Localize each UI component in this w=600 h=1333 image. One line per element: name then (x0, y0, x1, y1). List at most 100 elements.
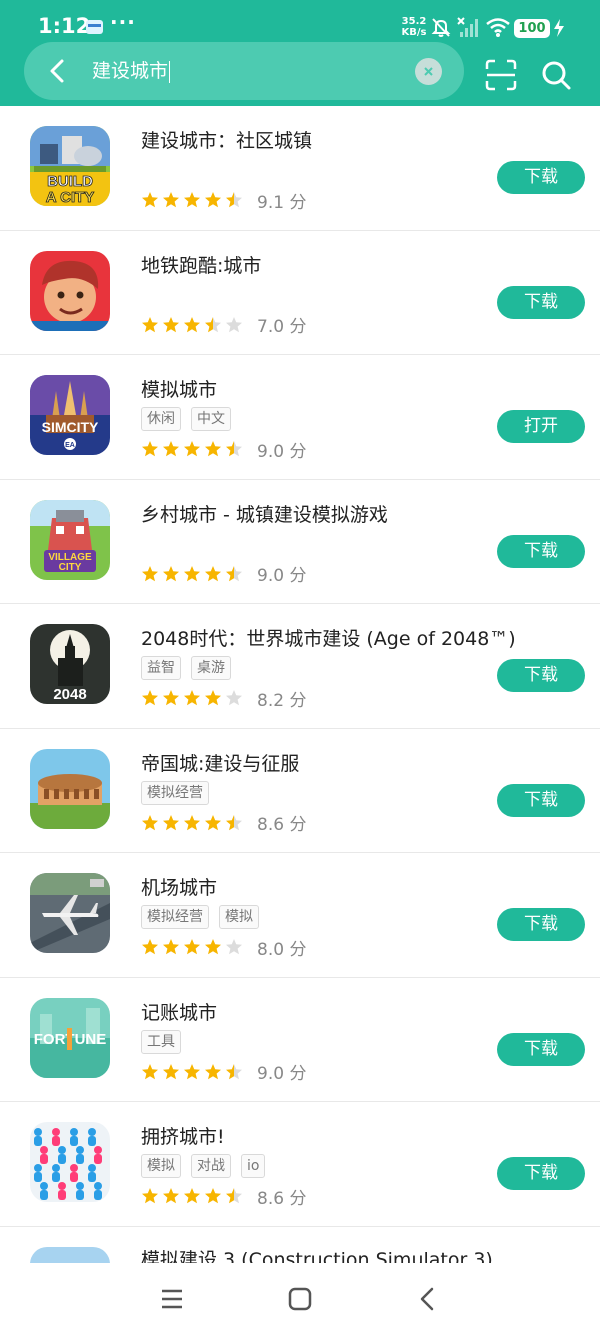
app-list-item[interactable]: 2048 2048时代：世界城市建设 (Age of 2048™) 益智 桌游 8.2… (0, 604, 600, 729)
app-tag: 模拟 (141, 1154, 181, 1178)
app-title[interactable]: 拥挤城市! (141, 1122, 481, 1149)
star-filled-icon (205, 1063, 221, 1079)
app-tag: io (241, 1154, 266, 1178)
app-tag: 模拟 (219, 905, 259, 929)
app-list-item[interactable]: 模拟建设 3 (Construction Simulator 3) (0, 1227, 600, 1264)
rating-stars (141, 316, 243, 334)
clear-search-icon[interactable] (415, 58, 442, 85)
app-title[interactable]: 地铁跑酷:城市 (141, 251, 481, 278)
app-list-item[interactable]: 拥挤城市! 模拟 对战 io 8.6 分 下载 (0, 1102, 600, 1227)
star-filled-icon (184, 939, 200, 955)
app-tag: 休闲 (141, 407, 181, 431)
fortune-city-icon[interactable]: FORTUNE (30, 997, 110, 1078)
app-list-item[interactable]: SIMCITY EA 模拟城市休闲 中文 9.0 分 打开 (0, 355, 600, 480)
rating-score: 7.0 分 (257, 317, 307, 337)
app-title[interactable]: 机场城市 (141, 873, 481, 900)
download-button[interactable]: 下载 (497, 1032, 585, 1066)
app-store-search-screen: 1:12 ··· 35.2 KB/s 100 建设城市 BUILD A CITY… (0, 0, 600, 1333)
star-half-icon (226, 565, 242, 581)
home-icon[interactable] (286, 1285, 314, 1313)
star-filled-icon (142, 1063, 158, 1079)
app-title[interactable]: 2048时代：世界城市建设 (Age of 2048™) (141, 624, 516, 651)
app-list-item[interactable]: 地铁跑酷:城市 7.0 分 下载 (0, 231, 600, 355)
app-list-item[interactable]: VILLAGE CITY 乡村城市 - 城镇建设模拟游戏 9.0 分 下载 (0, 480, 600, 604)
battery-indicator: 100 (514, 19, 550, 38)
rating-score: 8.2 分 (257, 690, 307, 711)
colosseum-icon[interactable] (30, 748, 110, 829)
status-time: 1:12 (38, 14, 91, 38)
rating-score: 9.0 分 (257, 566, 307, 586)
star-filled-icon (205, 565, 221, 581)
search-input[interactable]: 建设城市 (92, 42, 402, 100)
star-filled-icon (184, 316, 200, 332)
star-filled-icon (142, 565, 158, 581)
rating-score: 8.6 分 (257, 1188, 307, 1209)
subway-surfers-icon[interactable] (30, 250, 110, 331)
search-query: 建设城市 (92, 60, 169, 82)
app-rating: 9.0 分 (141, 564, 307, 586)
app-title[interactable]: 乡村城市 - 城镇建设模拟游戏 (141, 500, 481, 527)
star-filled-icon (163, 814, 179, 830)
scan-icon[interactable] (484, 58, 518, 92)
download-button[interactable]: 下载 (497, 161, 585, 194)
app-tag: 中文 (191, 407, 231, 431)
app-title[interactable]: 记账城市 (141, 998, 481, 1025)
app-rating: 9.0 分 (141, 439, 306, 462)
back-icon[interactable] (414, 1285, 442, 1313)
open-button[interactable]: 打开 (497, 410, 585, 443)
app-rating: 9.0 分 (141, 1062, 306, 1084)
app-rating: 8.0 分 (141, 937, 306, 960)
download-button[interactable]: 下载 (497, 908, 585, 941)
star-filled-icon (163, 441, 179, 457)
simcity-icon[interactable]: SIMCITY EA (30, 375, 110, 455)
app-title[interactable]: 帝国城:建设与征服 (141, 749, 481, 776)
system-navigation-bar (0, 1263, 600, 1333)
app-tags: 休闲 中文 (141, 407, 231, 431)
download-button[interactable]: 下载 (497, 783, 585, 817)
download-button[interactable]: 下载 (497, 285, 585, 319)
star-filled-icon (163, 690, 179, 706)
village-city-icon[interactable]: VILLAGE CITY (30, 499, 110, 580)
svg-text:SIMCITY: SIMCITY (42, 419, 99, 435)
search-icon[interactable] (539, 58, 573, 92)
app-title[interactable]: 模拟城市 (141, 375, 481, 402)
app-rating: 9.1 分 (141, 190, 306, 213)
search-header: 1:12 ··· 35.2 KB/s 100 建设城市 (0, 0, 600, 106)
app-tags: 益智 桌游 (141, 656, 231, 680)
rating-stars (141, 938, 243, 956)
star-filled-icon (142, 192, 158, 208)
app-rating: 8.2 分 (141, 688, 307, 711)
app-list-item[interactable]: FORTUNE 记账城市工具 9.0 分 下载 (0, 978, 600, 1102)
download-button[interactable]: 下载 (497, 1157, 585, 1190)
app-tag: 模拟经营 (141, 780, 209, 805)
wifi-icon (486, 18, 510, 37)
age-of-2048-icon[interactable]: 2048 (30, 624, 110, 704)
signal-icon (457, 17, 478, 37)
airport-city-icon[interactable] (30, 873, 110, 953)
crowd-city-icon[interactable] (30, 1122, 110, 1202)
rating-stars (141, 565, 243, 583)
construction-simulator-icon[interactable] (30, 1246, 110, 1263)
app-rating: 8.6 分 (141, 1186, 307, 1209)
star-filled-icon (142, 939, 158, 955)
star-filled-icon (184, 690, 200, 706)
app-title[interactable]: 建设城市：社区城镇 (141, 126, 481, 153)
app-list-item[interactable]: BUILD A CITY 建设城市：社区城镇 9.1 分 下载 (0, 106, 600, 231)
app-list-item[interactable]: 机场城市 模拟经营 模拟 8.0 分 下载 (0, 853, 600, 978)
menu-icon[interactable] (158, 1285, 186, 1313)
app-tag: 桌游 (191, 656, 231, 680)
star-filled-icon (142, 1188, 158, 1204)
back-arrow-icon[interactable] (44, 57, 72, 85)
app-title[interactable]: 模拟建设 3 (Construction Simulator 3) (141, 1245, 493, 1264)
star-half-icon (226, 1188, 242, 1204)
app-list-item[interactable]: 帝国城:建设与征服 模拟经营 8.6 分 下载 (0, 729, 600, 853)
star-filled-icon (142, 441, 158, 457)
download-button[interactable]: 下载 (497, 659, 585, 692)
download-button[interactable]: 下载 (497, 534, 585, 568)
star-half-icon (226, 192, 242, 208)
rating-stars (141, 440, 243, 458)
build-a-city-icon[interactable]: BUILD A CITY (30, 126, 110, 206)
charging-icon (554, 19, 564, 37)
star-filled-icon (142, 316, 158, 332)
app-tags: 工具 (141, 1029, 181, 1054)
